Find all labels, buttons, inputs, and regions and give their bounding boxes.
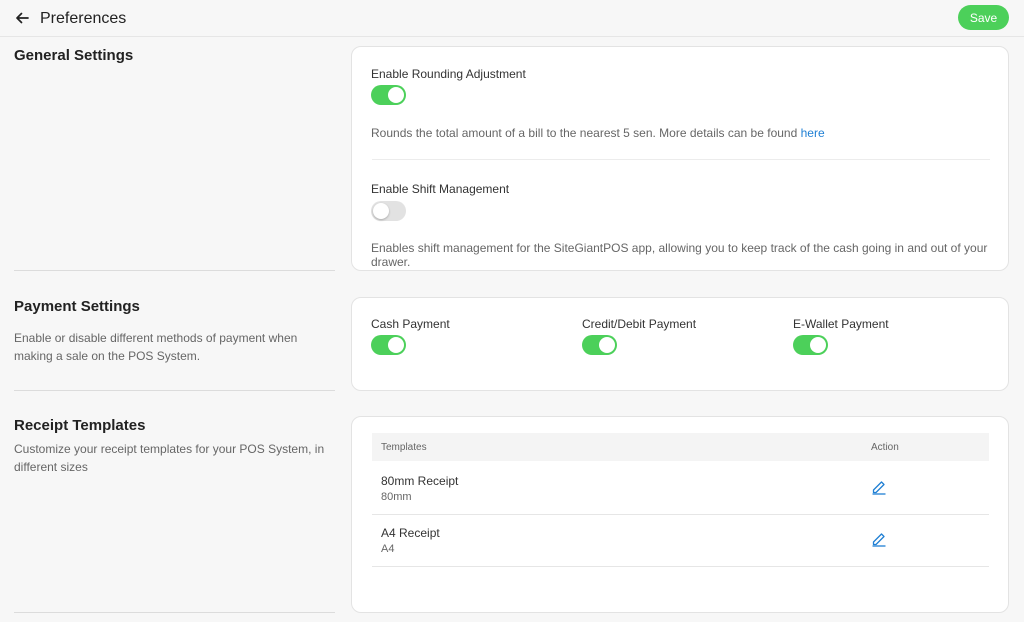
action-column-header: Action: [871, 442, 899, 453]
row-divider: [372, 514, 989, 515]
receipt-templates-description: Customize your receipt templates for you…: [14, 442, 325, 474]
general-settings-card: Enable Rounding Adjustment Rounds the to…: [351, 46, 1009, 271]
edit-icon[interactable]: [871, 479, 887, 495]
rounding-adjustment-help: Rounds the total amount of a bill to the…: [371, 126, 825, 140]
page-title: Preferences: [40, 10, 127, 27]
credit-debit-payment-label: Credit/Debit Payment: [582, 317, 697, 331]
table-header: Templates Action: [372, 433, 989, 461]
template-size: A4: [381, 543, 395, 555]
rounding-help-text: Rounds the total amount of a bill to the…: [371, 126, 801, 140]
rounding-adjustment-toggle[interactable]: [371, 85, 406, 105]
section-divider: [14, 270, 335, 271]
ewallet-payment-toggle[interactable]: [793, 335, 828, 355]
templates-column-header: Templates: [381, 442, 427, 453]
card-divider: [372, 159, 990, 160]
shift-management-help: Enables shift management for the SiteGia…: [371, 241, 988, 269]
edit-icon[interactable]: [871, 531, 887, 547]
row-divider: [372, 566, 989, 567]
cash-payment-toggle[interactable]: [371, 335, 406, 355]
payment-settings-description: Enable or disable different methods of p…: [14, 331, 298, 363]
credit-debit-payment-toggle[interactable]: [582, 335, 617, 355]
ewallet-payment-label: E-Wallet Payment: [793, 317, 889, 331]
receipt-templates-title: Receipt Templates: [14, 417, 146, 434]
section-divider: [14, 612, 335, 613]
general-settings-title: General Settings: [14, 47, 134, 64]
section-divider: [14, 390, 335, 391]
cash-payment-label: Cash Payment: [371, 317, 450, 331]
template-size: 80mm: [381, 491, 412, 503]
payment-settings-title: Payment Settings: [14, 298, 140, 315]
save-button[interactable]: Save: [958, 5, 1009, 30]
shift-management-toggle[interactable]: [371, 201, 406, 221]
shift-management-label: Enable Shift Management: [371, 182, 510, 196]
template-name: 80mm Receipt: [381, 474, 459, 488]
rounding-details-link[interactable]: here: [801, 126, 825, 140]
receipt-templates-card: Templates Action 80mm Receipt 80mm A4 Re…: [351, 416, 1009, 613]
top-bar: Preferences Save: [0, 0, 1024, 37]
payment-settings-card: Cash Payment Credit/Debit Payment E-Wall…: [351, 297, 1009, 391]
rounding-adjustment-label: Enable Rounding Adjustment: [371, 67, 526, 81]
back-arrow-icon[interactable]: [13, 9, 31, 27]
template-name: A4 Receipt: [381, 526, 440, 540]
